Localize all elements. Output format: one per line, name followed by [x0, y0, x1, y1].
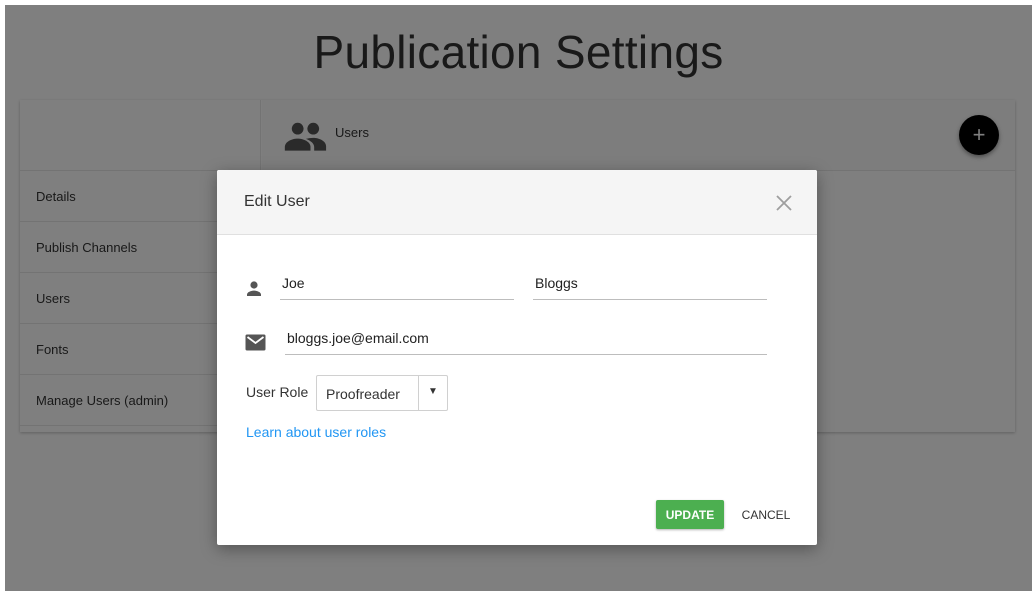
mail-icon	[245, 334, 266, 351]
person-icon	[244, 278, 264, 298]
first-name-input[interactable]	[280, 274, 514, 300]
last-name-input[interactable]	[533, 274, 767, 300]
learn-user-roles-link[interactable]: Learn about user roles	[246, 424, 386, 440]
user-role-label: User Role	[246, 384, 309, 400]
user-role-selected: Proofreader	[326, 386, 400, 402]
edit-user-dialog: Edit User User Role Proofreader ▼ Learn …	[217, 170, 817, 545]
dialog-header: Edit User	[217, 170, 817, 235]
update-button[interactable]: UPDATE	[656, 500, 724, 529]
close-icon[interactable]	[775, 194, 793, 212]
user-role-select[interactable]: Proofreader ▼	[316, 375, 448, 411]
cancel-button[interactable]: CANCEL	[737, 500, 795, 529]
email-input[interactable]	[285, 329, 767, 355]
caret-down-icon[interactable]: ▼	[419, 376, 447, 410]
dialog-title: Edit User	[244, 193, 310, 210]
